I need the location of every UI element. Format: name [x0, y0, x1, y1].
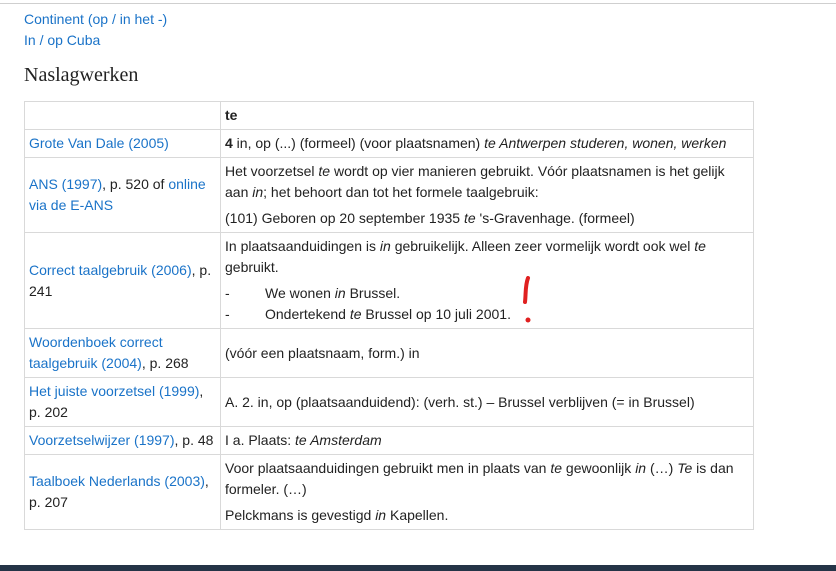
example-text: te Antwerpen studeren, wonen, werken: [484, 135, 727, 151]
source-cell: Het juiste voorzetsel (1999), p. 202: [24, 377, 221, 427]
definition-cell: In plaatsaanduidingen is in gebruikelijk…: [220, 232, 754, 329]
source-link-taalboek[interactable]: Taalboek Nederlands (2003): [29, 473, 205, 489]
definition-cell: I a. Plaats: te Amsterdam: [220, 426, 754, 455]
source-cell: Grote Van Dale (2005): [24, 129, 221, 158]
sense-number: 4: [225, 135, 233, 151]
exclamation-annotation-icon: [523, 276, 531, 323]
source-link-ans[interactable]: ANS (1997): [29, 176, 102, 192]
reference-table: te Grote Van Dale (2005) 4 in, op (...) …: [24, 101, 754, 530]
table-row: ANS (1997), p. 520 of online via de E-AN…: [24, 157, 754, 233]
definition-cell: Het voorzetsel te wordt op vier manieren…: [220, 157, 754, 233]
table-row: Taalboek Nederlands (2003), p. 207 Voor …: [24, 454, 754, 530]
source-cell: Correct taalgebruik (2006), p. 241: [24, 232, 221, 329]
header-cell-te: te: [220, 101, 754, 130]
list-item: - Ondertekend te Brussel op 10 juli 2001.: [225, 306, 511, 322]
definition-cell: Voor plaatsaanduidingen gebruikt men in …: [220, 454, 754, 530]
definition-cell: 4 in, op (...) (formeel) (voor plaatsnam…: [220, 129, 754, 158]
source-cell: Voorzetselwijzer (1997), p. 48: [24, 426, 221, 455]
table-header-row: te: [24, 101, 754, 130]
source-cell: ANS (1997), p. 520 of online via de E-AN…: [24, 157, 221, 233]
header-empty-cell: [24, 101, 221, 130]
definition-text: In plaatsaanduidingen is in gebruikelijk…: [225, 238, 706, 275]
source-link-voorzetselwijzer[interactable]: Voorzetselwijzer (1997): [29, 432, 175, 448]
related-links: Continent (op / in het -) In / op Cuba: [24, 9, 167, 51]
table-row: Grote Van Dale (2005) 4 in, op (...) (fo…: [24, 129, 754, 158]
definition-text: in, op (...) (formeel) (voor plaatsnamen…: [232, 135, 485, 151]
source-cell: Woordenboek correct taalgebruik (2004), …: [24, 328, 221, 378]
table-row: Het juiste voorzetsel (1999), p. 202 A. …: [24, 377, 754, 427]
list-item: - We wonen in Brussel.: [225, 285, 401, 301]
table-row: Voorzetselwijzer (1997), p. 48 I a. Plaa…: [24, 426, 754, 455]
source-link-vandale[interactable]: Grote Van Dale (2005): [29, 135, 169, 151]
source-page: , p. 520 of: [102, 176, 169, 192]
definition-text: Het voorzetsel te wordt op vier manieren…: [225, 163, 725, 200]
definition-text: Voor plaatsaanduidingen gebruikt men in …: [225, 460, 734, 497]
table-row: Correct taalgebruik (2006), p. 241 In pl…: [24, 232, 754, 329]
top-divider: [0, 3, 836, 4]
source-link-juiste-voorzetsel[interactable]: Het juiste voorzetsel (1999): [29, 383, 199, 399]
header-te: te: [225, 107, 238, 123]
section-title: Naslagwerken: [24, 64, 139, 86]
definition-cell: A. 2. in, op (plaatsaanduidend): (verh. …: [220, 377, 754, 427]
example-text: Pelckmans is gevestigd in Kapellen.: [225, 507, 449, 523]
footer-bar: [0, 565, 836, 571]
link-cuba[interactable]: In / op Cuba: [24, 30, 167, 51]
definition-cell: (vóór een plaatsnaam, form.) in: [220, 328, 754, 378]
table-row: Woordenboek correct taalgebruik (2004), …: [24, 328, 754, 378]
source-cell: Taalboek Nederlands (2003), p. 207: [24, 454, 221, 530]
source-page: , p. 48: [174, 432, 214, 448]
source-link-correct-taalgebruik[interactable]: Correct taalgebruik (2006): [29, 262, 192, 278]
source-page: , p. 268: [141, 355, 189, 371]
example-text: (101) Geboren op 20 september 1935 te 's…: [225, 210, 635, 226]
link-continent[interactable]: Continent (op / in het -): [24, 9, 167, 30]
